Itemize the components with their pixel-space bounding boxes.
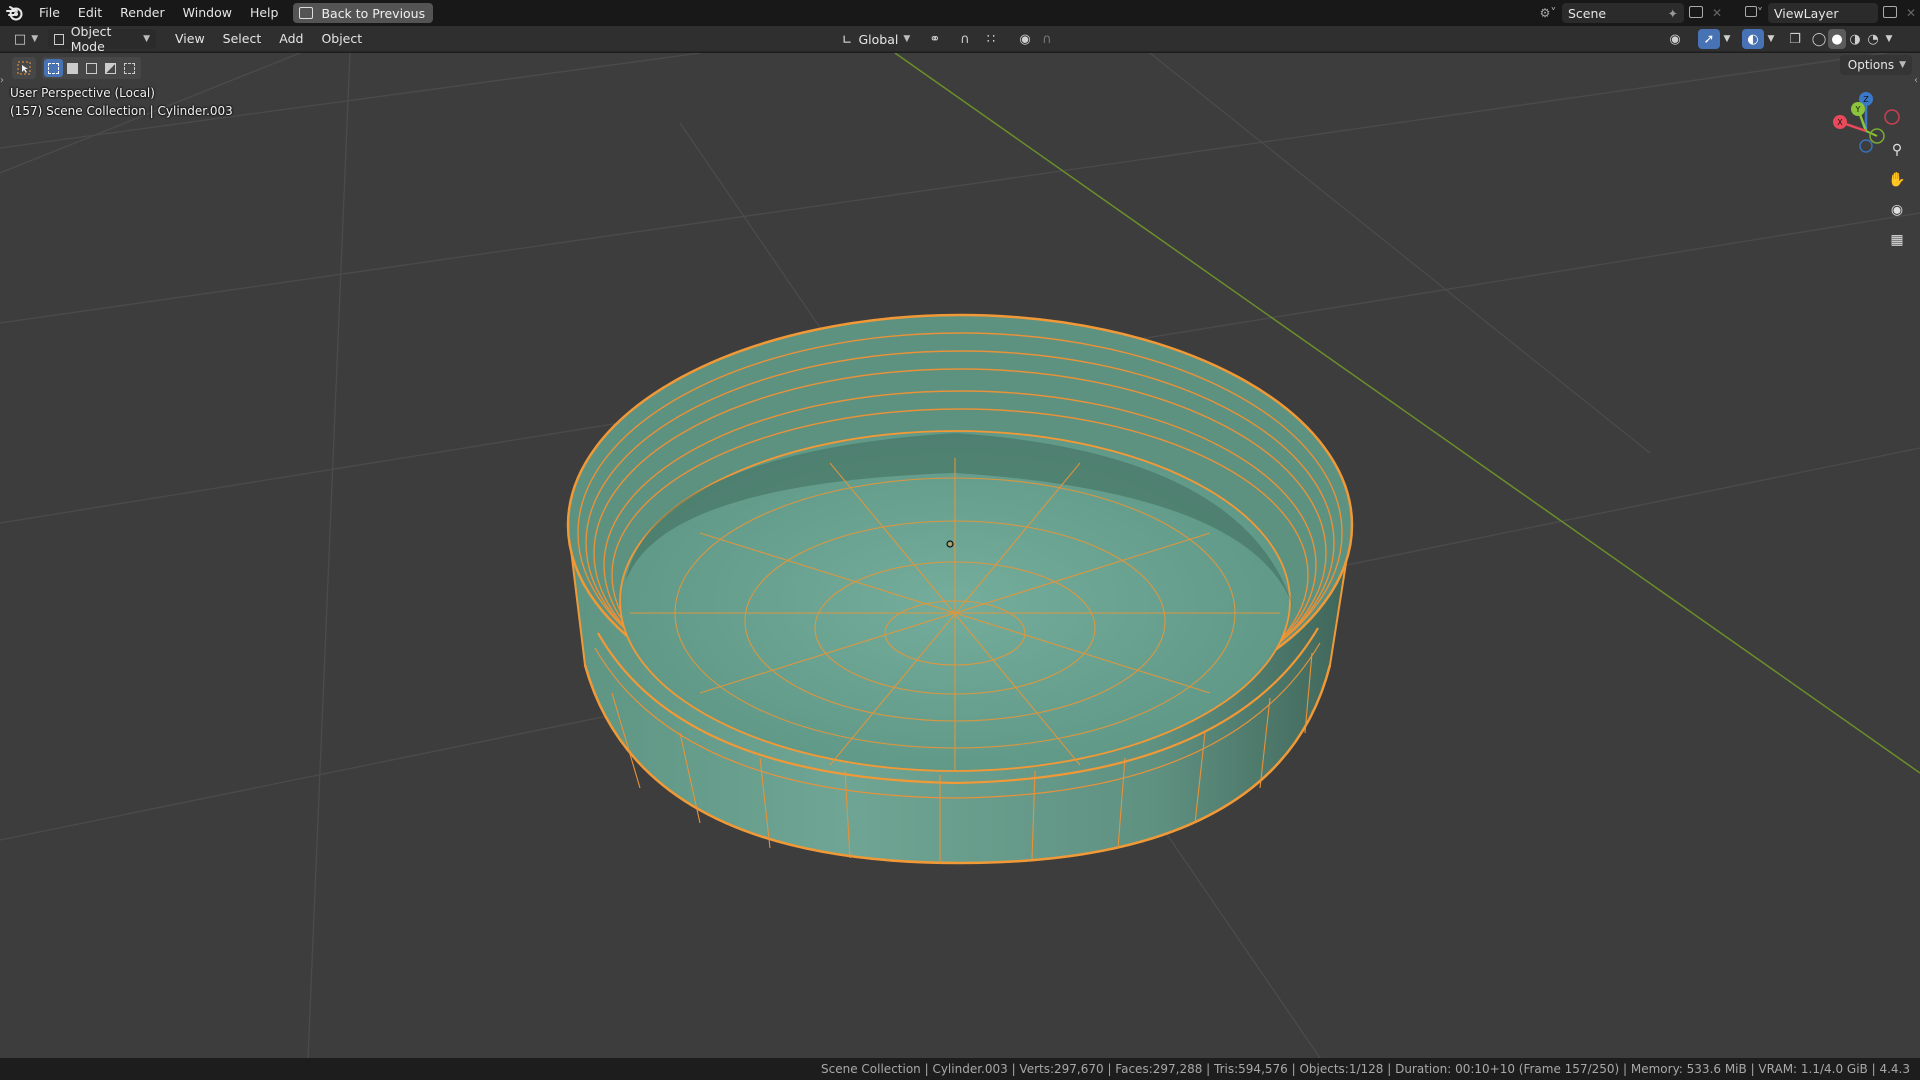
viewlayer-field[interactable]: ViewLayer [1768,3,1878,23]
viewlayer-name: ViewLayer [1774,5,1839,21]
snap-icon[interactable]: ∩ [954,29,976,49]
menu-render[interactable]: Render [111,0,174,26]
copy-icon[interactable] [1684,5,1708,21]
blender-logo-icon[interactable] [0,0,30,26]
mode-dropdown[interactable]: Object Mode ▼ [48,24,156,54]
y-axis-label: Y [1855,105,1861,114]
top-bar: File Edit Render Window Help Back to Pre… [0,0,1920,26]
gizmo-dropdown-icon[interactable]: ▼ [1720,29,1734,49]
zoom-icon[interactable]: ⚲ [1885,138,1909,162]
close-icon[interactable]: ✕ [1902,6,1920,20]
menu-edit[interactable]: Edit [69,0,111,26]
proportional-falloff-icon[interactable]: ∩ [1036,29,1058,49]
select-intersect-icon[interactable] [120,59,139,77]
cylinder-003-mesh[interactable] [566,313,1354,865]
scene-field[interactable]: Scene ✦ [1562,3,1684,23]
sidebar-collapse-icon[interactable]: ‹ [1914,75,1918,86]
status-text: Scene Collection | Cylinder.003 | Verts:… [821,1062,1910,1076]
select-invert-icon[interactable] [101,59,120,77]
pivot-icon[interactable]: ⚭ [920,29,950,49]
x-axis-label: X [1837,118,1843,127]
header-menu-view[interactable]: View [166,29,214,49]
mode-label: Object Mode [70,24,112,54]
header-menu-object[interactable]: Object [312,29,371,49]
tool-settings [12,55,141,81]
collection-label: (157) Scene Collection | Cylinder.003 [10,104,233,118]
select-tool-icon[interactable] [12,57,36,79]
menu-file[interactable]: File [30,0,69,26]
orientation-icon: ∟ [842,31,853,47]
perspective-label: User Perspective (Local) [10,86,155,100]
viewlayer-icon[interactable]: ˅ [1740,6,1768,20]
viewport-scene [0,53,1920,1058]
z-axis-label: Z [1863,95,1869,104]
grid-icon[interactable]: ▦ [1885,228,1909,252]
xray-icon[interactable]: ❐ [1784,29,1806,49]
back-window-icon [299,7,314,19]
rendered-icon[interactable]: ◔ [1864,29,1882,49]
visibility-icon[interactable]: ◉ [1660,29,1690,49]
orientation-label: Global [858,31,899,47]
scene-icon[interactable]: ⚙˅ [1534,6,1562,20]
viewport-header: □ ▼ Object Mode ▼ View Select Add Object … [0,24,1920,54]
options-dropdown[interactable]: Options ▼ [1839,55,1912,75]
neg-x-axis-handle[interactable] [1884,109,1900,125]
pin-icon[interactable]: ✦ [1668,6,1678,21]
proportional-icon[interactable]: ◉ [1014,29,1036,49]
snap-increment-icon[interactable]: ∷ [976,29,1006,49]
selection-mode-group [42,57,141,79]
gizmo-icon[interactable]: ➚ [1698,29,1720,49]
copy-icon[interactable] [1878,5,1902,21]
chevron-down-icon: ▼ [1899,60,1906,70]
back-to-previous-label: Back to Previous [321,5,426,21]
chevron-down-icon: ▼ [143,34,150,44]
header-menu-select[interactable]: Select [214,29,271,49]
hand-icon[interactable]: ✋ [1885,168,1909,192]
header-menu-add[interactable]: Add [270,29,312,49]
chevron-down-icon: ▼ [903,34,911,44]
solid-icon[interactable]: ● [1828,29,1846,49]
close-icon[interactable]: ✕ [1708,6,1726,20]
select-new-icon[interactable] [44,59,63,77]
wireframe-icon[interactable]: ◯ [1810,29,1828,49]
status-bar: Scene Collection | Cylinder.003 | Verts:… [0,1058,1920,1080]
neg-z-axis-handle[interactable] [1859,139,1873,153]
camera-icon[interactable]: ◉ [1885,198,1909,222]
back-to-previous-button[interactable]: Back to Previous [293,3,434,23]
shading-dropdown-icon[interactable]: ▼ [1882,29,1896,49]
options-label: Options [1847,58,1895,72]
select-extend-icon[interactable] [63,59,82,77]
object-mode-icon [54,33,64,45]
menu-window[interactable]: Window [174,0,241,26]
select-subtract-icon[interactable] [82,59,101,77]
material-icon[interactable]: ◑ [1846,29,1864,49]
editor-type-icon[interactable]: □ ▼ [10,29,42,49]
menu-help[interactable]: Help [241,0,288,26]
toolbar-collapse-icon[interactable]: › [0,75,4,86]
orientation-dropdown[interactable]: ∟ Global ▼ [836,29,912,49]
overlay-dropdown-icon[interactable]: ▼ [1764,29,1778,49]
overlay-icon[interactable]: ◐ [1742,29,1764,49]
scene-name: Scene [1568,5,1607,21]
3d-viewport[interactable]: User Perspective (Local) (157) Scene Col… [0,53,1920,1058]
